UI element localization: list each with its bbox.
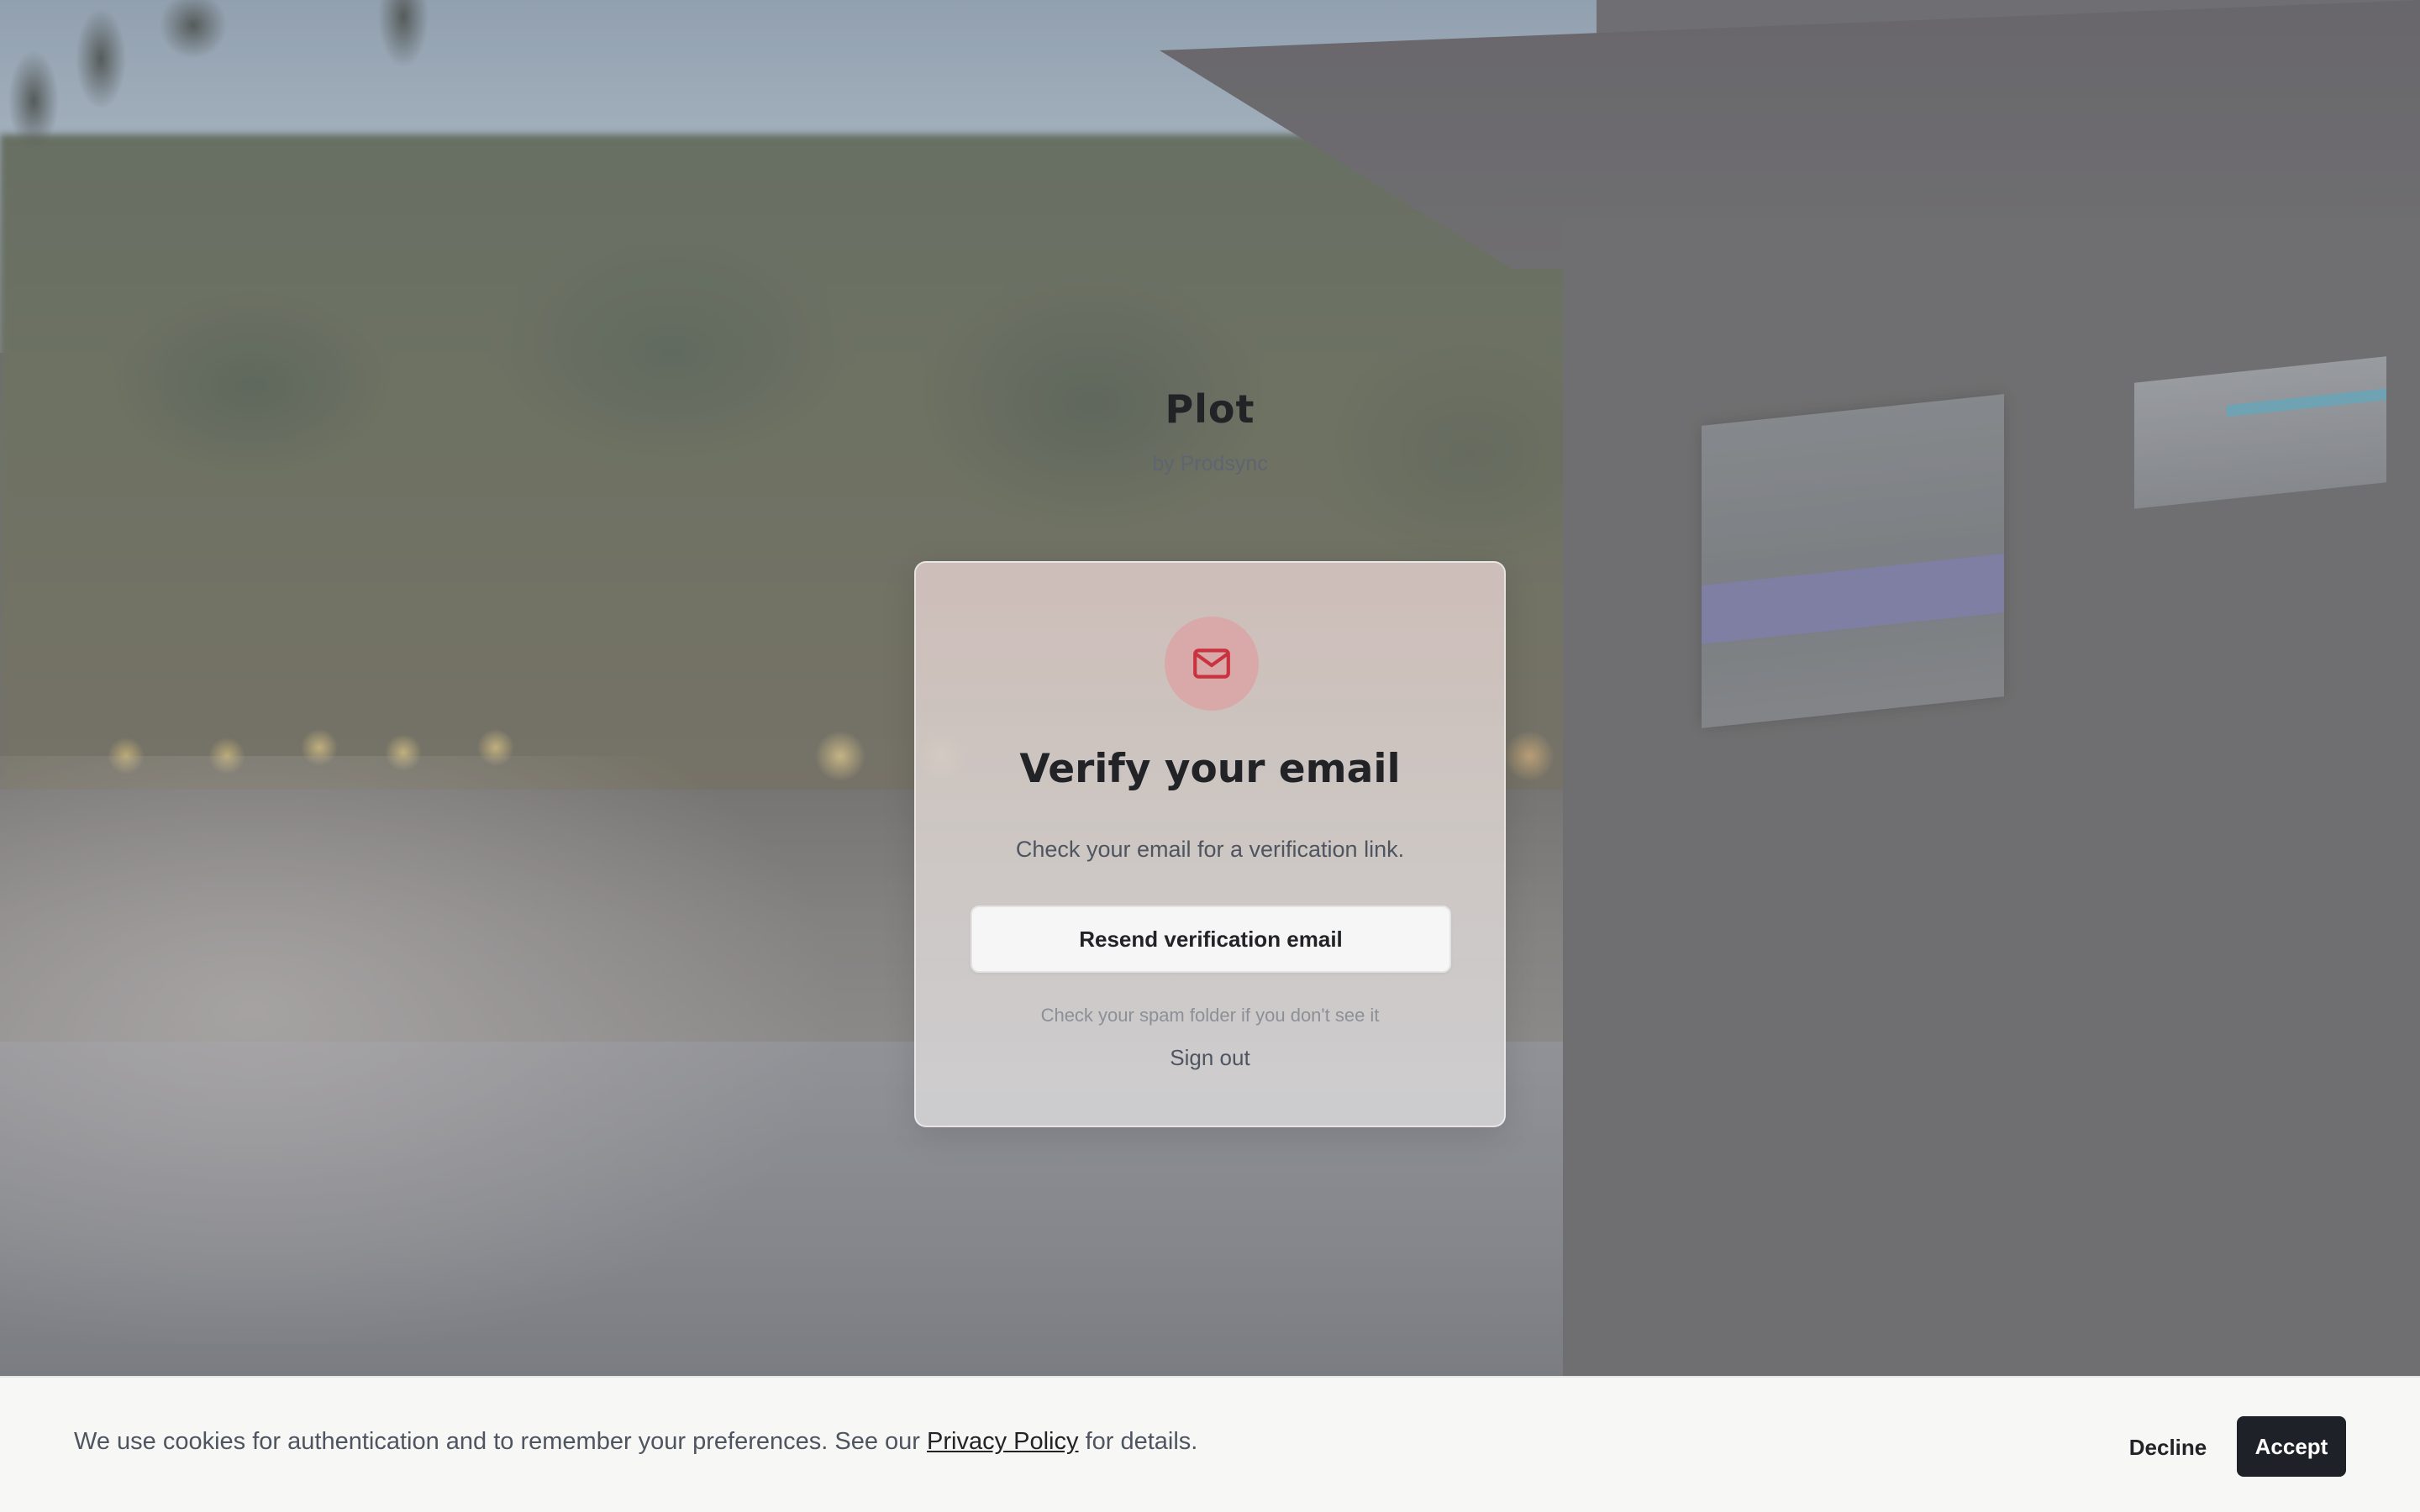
app-title: Plot [1165,386,1255,432]
verify-email-card: Verify your email Check your email for a… [914,561,1506,1127]
cookie-text-before: We use cookies for authentication and to… [74,1428,928,1455]
card-description: Check your email for a verification link… [1015,837,1405,862]
resend-verification-button[interactable]: Resend verification email [971,906,1451,973]
accept-cookies-button[interactable]: Accept [2237,1416,2346,1477]
cookie-text-after: for details. [1078,1428,1198,1455]
privacy-policy-link[interactable]: Privacy Policy [927,1428,1079,1455]
app-subtitle: by Prodsync [1152,452,1268,475]
mail-icon-badge [1165,617,1259,711]
cookie-banner: We use cookies for authentication and to… [0,1376,2420,1512]
cookie-message: We use cookies for authentication and to… [74,1428,1197,1456]
card-title: Verify your email [1019,746,1401,792]
decline-cookies-button[interactable]: Decline [2109,1418,2227,1477]
sign-out-link[interactable]: Sign out [916,1045,1504,1071]
mail-icon [1193,648,1230,679]
brand-header: Plot by Prodsync [0,386,2420,476]
spam-folder-hint: Check your spam folder if you don't see … [1040,1005,1380,1026]
